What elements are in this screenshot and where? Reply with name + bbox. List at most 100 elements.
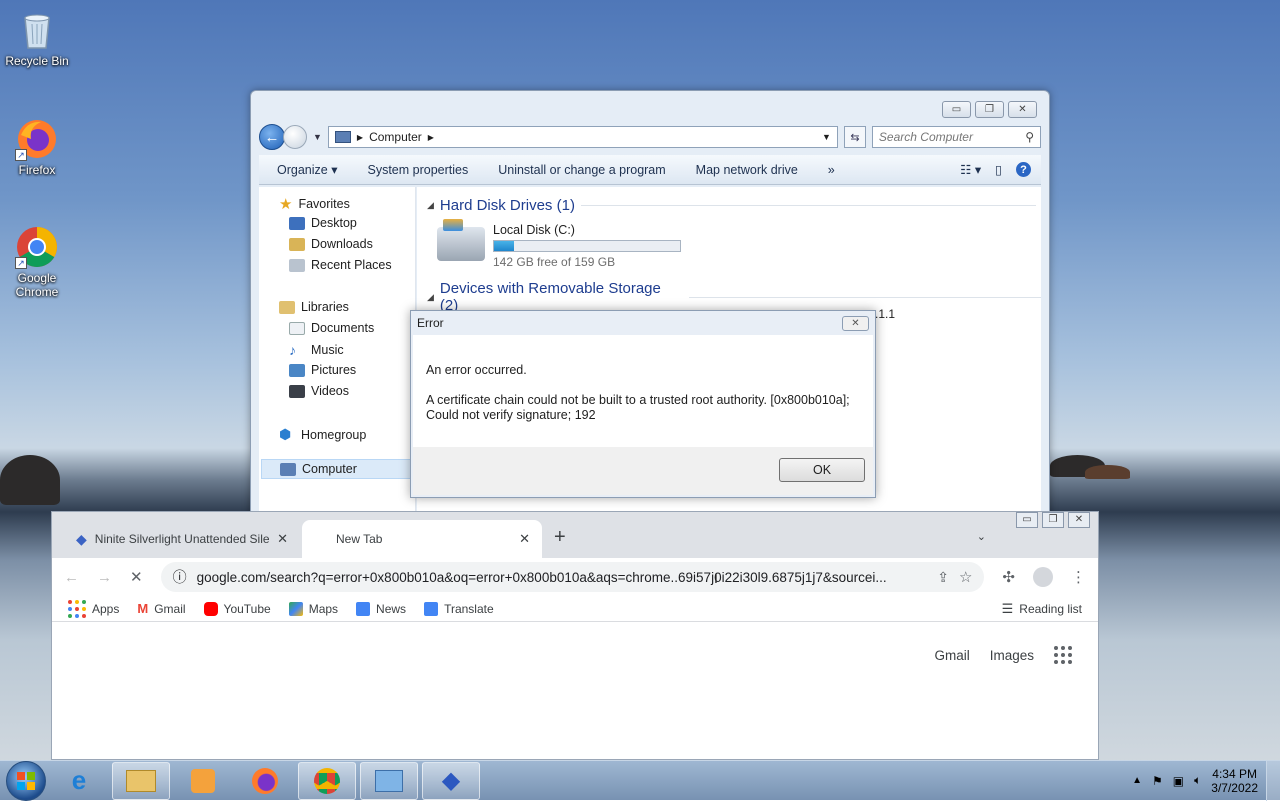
show-hidden-icons[interactable]: ▲: [1132, 775, 1142, 786]
taskbar-media-player[interactable]: [174, 762, 232, 800]
images-link[interactable]: Images: [990, 648, 1034, 663]
desktop-icon-recycle-bin[interactable]: Recycle Bin: [1, 8, 73, 68]
translate-icon: [424, 601, 439, 616]
hard-disk-group-header[interactable]: ◢ Hard Disk Drives (1): [427, 197, 1036, 214]
breadcrumb-computer[interactable]: Computer: [369, 130, 422, 144]
uninstall-program-button[interactable]: Uninstall or change a program: [498, 163, 665, 177]
close-button[interactable]: ✕: [1008, 101, 1037, 118]
nav-downloads[interactable]: Downloads: [289, 237, 373, 251]
bookmark-maps[interactable]: Maps: [288, 601, 338, 616]
nav-favorites[interactable]: ★ Favorites: [279, 195, 350, 213]
nav-homegroup[interactable]: ⬢ Homegroup: [279, 426, 366, 443]
extensions-icon[interactable]: ✣: [1002, 568, 1015, 586]
internet-explorer-icon: e: [71, 765, 87, 795]
omnibox[interactable]: ⓘ google.com/search?q=error+0x800b010a&o…: [160, 562, 985, 592]
firefox-icon: [252, 767, 278, 794]
back-icon[interactable]: ←: [64, 569, 79, 586]
google-apps-icon[interactable]: [1054, 646, 1072, 664]
recent-pages-icon[interactable]: ▼: [313, 132, 322, 142]
clock[interactable]: 4:34 PM 3/7/2022: [1211, 767, 1258, 795]
help-icon[interactable]: ?: [1016, 162, 1031, 177]
view-options-icon[interactable]: ☷ ▾: [960, 162, 981, 177]
bookmark-gmail[interactable]: M Gmail: [137, 601, 185, 616]
taskbar-ninite[interactable]: ◆: [422, 761, 480, 800]
address-dropdown-icon[interactable]: ▼: [822, 132, 831, 142]
show-desktop-button[interactable]: [1266, 760, 1280, 801]
ok-button[interactable]: OK: [779, 458, 865, 482]
clock-date: 3/7/2022: [1211, 780, 1258, 795]
dialog-close-button[interactable]: ✕: [842, 316, 869, 331]
nav-libraries[interactable]: Libraries: [279, 300, 349, 314]
address-bar[interactable]: ▶ Computer ▶ ▼: [327, 126, 838, 148]
nav-computer[interactable]: Computer: [261, 459, 413, 479]
removable-storage-group-header[interactable]: ◢ Devices with Removable Storage (2): [427, 280, 1042, 314]
back-button[interactable]: ←: [259, 124, 285, 150]
volume-icon[interactable]: 🔈︎: [1194, 773, 1201, 788]
shortcut-arrow-icon: ↗: [15, 149, 27, 161]
refresh-button[interactable]: ⇆: [843, 126, 866, 148]
profile-avatar[interactable]: [1033, 567, 1053, 587]
computer-icon: [280, 462, 296, 476]
tab-strip: ◆ Ninite Silverlight Unattended Sile ✕ N…: [52, 512, 1098, 558]
chrome-icon: [314, 767, 340, 794]
chrome-menu-icon[interactable]: ⋮: [1071, 568, 1086, 586]
taskbar-firefox[interactable]: [236, 762, 294, 800]
network-icon[interactable]: ▣: [1173, 774, 1184, 788]
forward-button[interactable]: [283, 125, 307, 149]
maximize-button[interactable]: ❐: [1042, 512, 1064, 528]
stop-loading-icon[interactable]: ✕: [130, 568, 143, 586]
navigation-pane: ★ Favorites Desktop Downloads Recent Plac…: [259, 187, 416, 519]
apps-grid-icon: [68, 599, 86, 618]
new-tab-button[interactable]: +: [554, 526, 566, 549]
omnibox-url[interactable]: google.com/search?q=error+0x800b010a&oq=…: [197, 570, 928, 585]
chrome-icon: ↗: [15, 225, 59, 269]
error-message-heading: An error occurred.: [426, 363, 527, 377]
bookmark-apps[interactable]: Apps: [68, 599, 119, 618]
search-input[interactable]: Search Computer ⚲: [871, 126, 1041, 148]
nav-music[interactable]: ♪ Music: [289, 342, 344, 358]
desktop-icon-chrome[interactable]: ↗ Google Chrome: [1, 225, 73, 299]
nav-pictures[interactable]: Pictures: [289, 363, 356, 377]
start-button[interactable]: [6, 760, 46, 801]
tab-new-tab[interactable]: New Tab ✕: [302, 520, 542, 558]
action-center-flag-icon[interactable]: ⚑: [1152, 774, 1163, 788]
taskbar-control-panel[interactable]: [360, 761, 418, 800]
share-icon[interactable]: ⇪: [937, 569, 949, 586]
dialog-footer: OK: [413, 447, 873, 495]
close-button[interactable]: ✕: [1068, 512, 1090, 528]
minimize-button[interactable]: ▭: [1016, 512, 1038, 528]
organize-button[interactable]: Organize ▾: [277, 162, 337, 177]
bookmarks-bar: Apps M Gmail YouTube Maps News Translate …: [52, 596, 1098, 622]
nav-documents[interactable]: Documents: [289, 321, 374, 335]
desktop-icon-firefox[interactable]: ↗ Firefox: [1, 117, 73, 177]
bookmark-youtube[interactable]: YouTube: [203, 601, 271, 616]
tab-ninite[interactable]: ◆ Ninite Silverlight Unattended Sile ✕: [64, 520, 300, 558]
minimize-button[interactable]: ▭: [942, 101, 971, 118]
reading-list-button[interactable]: ☰ Reading list: [1002, 601, 1082, 617]
tab-close-icon[interactable]: ✕: [277, 531, 288, 547]
nav-desktop[interactable]: Desktop: [289, 216, 357, 230]
preview-pane-icon[interactable]: ▯: [995, 162, 1002, 177]
map-network-drive-button[interactable]: Map network drive: [696, 163, 798, 177]
taskbar-internet-explorer[interactable]: e: [50, 762, 108, 800]
bookmark-translate[interactable]: Translate: [424, 601, 494, 616]
chrome-label: Google Chrome: [15, 271, 59, 299]
gmail-link[interactable]: Gmail: [934, 648, 969, 663]
taskbar-explorer[interactable]: [112, 761, 170, 800]
nav-recent-places[interactable]: Recent Places: [289, 258, 392, 272]
bookmark-news[interactable]: News: [356, 601, 406, 616]
tab-close-icon[interactable]: ✕: [519, 531, 530, 547]
more-commands-button[interactable]: »: [828, 163, 835, 177]
tab-ninite-title: Ninite Silverlight Unattended Sile: [94, 532, 270, 546]
local-disk-item[interactable]: Local Disk (C:) 142 GB free of 159 GB: [437, 219, 681, 269]
maximize-button[interactable]: ❐: [975, 101, 1004, 118]
bookmark-star-icon[interactable]: ☆: [959, 568, 972, 586]
system-properties-button[interactable]: System properties: [367, 163, 468, 177]
dialog-body: An error occurred. A certificate chain c…: [413, 335, 873, 447]
nav-videos[interactable]: Videos: [289, 384, 349, 398]
chrome-toolbar: ← → ✕ ⓘ google.com/search?q=error+0x800b…: [52, 558, 1098, 596]
taskbar-chrome[interactable]: [298, 761, 356, 800]
tab-search-icon[interactable]: ⌄: [977, 530, 986, 543]
forward-icon[interactable]: →: [97, 569, 112, 586]
info-icon[interactable]: ⓘ: [173, 567, 187, 587]
